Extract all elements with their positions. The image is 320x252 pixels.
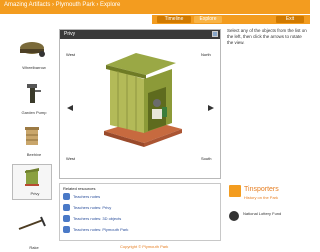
- related-title: Related resources: [63, 186, 96, 191]
- privy-icon: [25, 168, 39, 186]
- brand-tagline: History on the Park: [244, 195, 279, 200]
- sidebar-item-pump[interactable]: Garden Pump: [12, 82, 52, 118]
- sidebar-item-rake[interactable]: Rake: [12, 214, 52, 250]
- brand-name[interactable]: Tinsporters: [244, 186, 279, 193]
- object-sidebar: Wheelbarrow Garden Pump Beehive Privy Ra…: [0, 28, 60, 252]
- privy-model[interactable]: [92, 47, 192, 147]
- partner-logo-icon: [229, 211, 239, 221]
- sidebar-item-privy[interactable]: Privy: [12, 164, 52, 200]
- sidebar-item-beehive[interactable]: Beehive: [12, 124, 52, 160]
- related-link[interactable]: Teachers notes: 3D objects: [73, 216, 121, 221]
- sidebar-item-label: Garden Pump: [21, 110, 47, 115]
- rotate-right-icon[interactable]: [208, 105, 214, 111]
- header-bar: Amazing Artifacts › Plymouth Park › Expl…: [0, 0, 310, 14]
- rotate-northwest-label[interactable]: West: [66, 52, 75, 57]
- document-icon: [63, 204, 70, 211]
- document-icon: [63, 193, 70, 200]
- instructions: Select any of the objects from the list …: [227, 28, 307, 64]
- pump-icon: [27, 84, 41, 103]
- breadcrumb[interactable]: Amazing Artifacts › Plymouth Park › Expl…: [4, 2, 120, 8]
- sidebar-item-label: Beehive: [26, 152, 42, 157]
- document-icon: [63, 215, 70, 222]
- close-icon[interactable]: [212, 31, 218, 37]
- brand-logo-icon: [229, 185, 241, 197]
- brand-panel: Tinsporters History on the Park National…: [227, 183, 307, 241]
- rotate-southwest-label[interactable]: West: [66, 156, 75, 161]
- instructions-text: Select any of the objects from the list …: [227, 28, 307, 45]
- beehive-icon: [25, 127, 39, 145]
- related-link[interactable]: Teachers notes: Plymouth Park: [73, 227, 128, 232]
- wheelbarrow-icon: [20, 42, 45, 57]
- rotate-southeast-label[interactable]: South: [201, 156, 211, 161]
- nav-button-explore[interactable]: Explore: [194, 16, 222, 23]
- nav-button-exit[interactable]: Exit: [276, 16, 304, 23]
- sidebar-item-label: Privy: [30, 191, 40, 196]
- related-link[interactable]: Teachers notes: [73, 194, 100, 199]
- sidebar-item-label: Rake: [29, 245, 39, 250]
- related-link[interactable]: Teachers notes: Privy: [73, 205, 111, 210]
- rake-icon: [18, 216, 46, 230]
- partner-name: National Lottery Fund: [243, 211, 282, 216]
- sidebar-item-label: Wheelbarrow: [22, 65, 46, 70]
- footer: Copyright © Plymouth Park: [120, 244, 169, 249]
- related-resources: Related resources Teachers notes Teacher…: [59, 183, 221, 241]
- nav-button-timeline[interactable]: Timeline: [157, 16, 191, 23]
- sidebar-item-wheelbarrow[interactable]: Wheelbarrow: [12, 38, 52, 74]
- viewer-title: Privy: [64, 31, 76, 37]
- document-icon: [63, 226, 70, 233]
- object-viewer[interactable]: Privy West North West South: [59, 29, 221, 179]
- viewer-header: Privy: [60, 30, 220, 39]
- rotate-left-icon[interactable]: [67, 105, 73, 111]
- rotate-northeast-label[interactable]: North: [201, 52, 211, 57]
